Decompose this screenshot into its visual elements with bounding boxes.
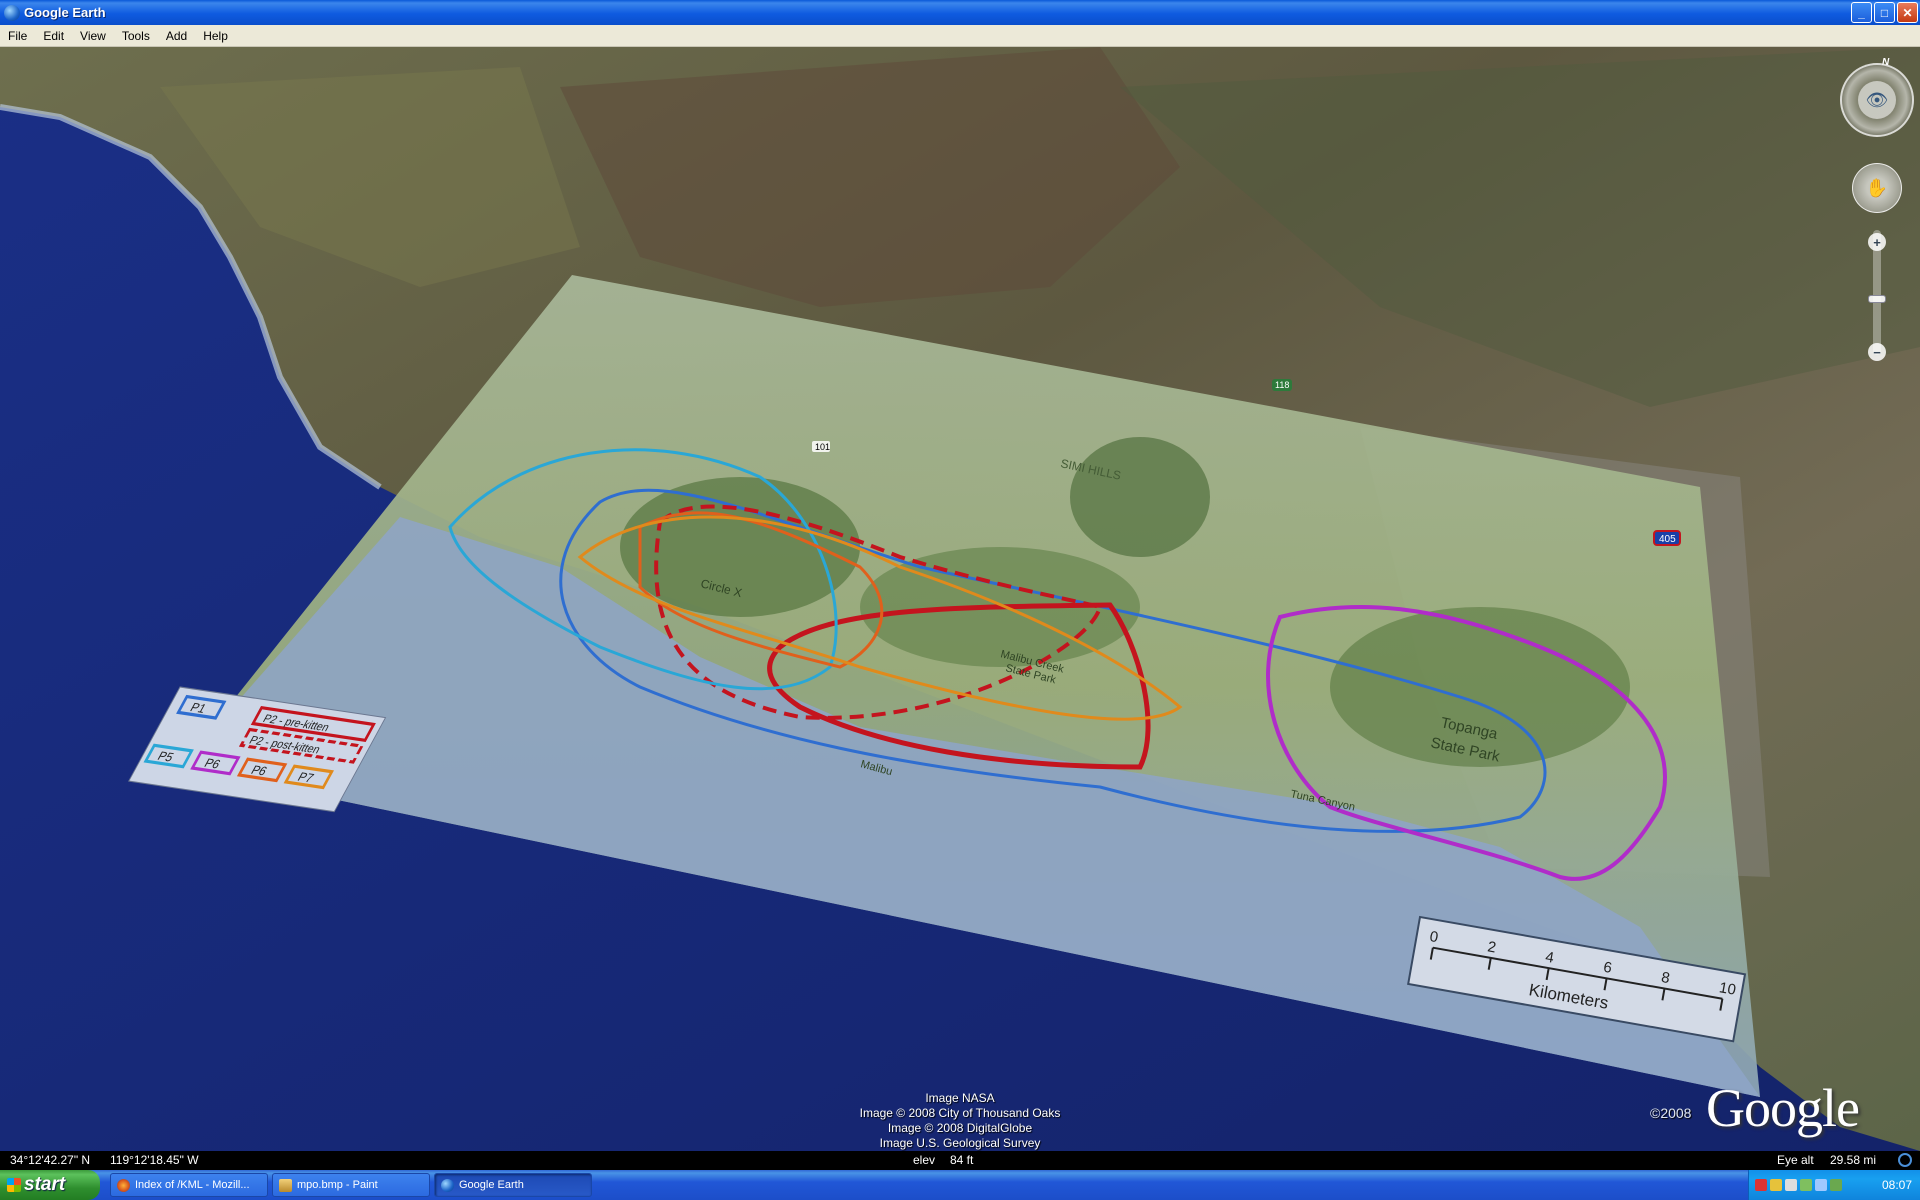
minimize-button[interactable]: _ (1851, 2, 1872, 23)
windows-logo-icon (7, 1178, 21, 1192)
credit-line: Image © 2008 DigitalGlobe (887, 1121, 1033, 1135)
eye-altitude-value: 29.58 mi (1830, 1153, 1877, 1167)
credit-line: Image © 2008 City of Thousand Oaks (859, 1106, 1061, 1120)
menu-add[interactable]: Add (158, 29, 195, 43)
route-101-label: 101 (815, 442, 830, 452)
zoom-out-button[interactable]: − (1868, 343, 1886, 361)
window-title: Google Earth (24, 5, 106, 20)
credit-line: Image U.S. Geological Survey (879, 1136, 1041, 1150)
paint-icon (279, 1179, 292, 1192)
google-earth-icon (4, 4, 20, 21)
status-bar: 34°12'42.27" N 119°12'18.45" W elev 84 f… (0, 1151, 1920, 1170)
task-label: Google Earth (459, 1179, 524, 1191)
menu-bar: File Edit View Tools Add Help (0, 25, 1920, 47)
firefox-icon (117, 1179, 130, 1192)
route-405-label: 405 (1659, 534, 1676, 545)
move-joystick[interactable]: ✋ (1852, 163, 1902, 213)
task-label: Index of /KML - Mozill... (135, 1179, 250, 1191)
menu-view[interactable]: View (72, 29, 114, 43)
copyright-year: ©2008 (1650, 1105, 1692, 1121)
google-logo: Google (1706, 1078, 1860, 1138)
network-icon[interactable] (1800, 1179, 1812, 1191)
terrain-scene: SIMI HILLS Circle X Topanga State Park T… (0, 47, 1920, 1151)
forest-patch (1070, 437, 1210, 557)
task-paint[interactable]: mpo.bmp - Paint (272, 1173, 430, 1197)
eye-altitude-label: Eye alt (1777, 1153, 1814, 1167)
alert-icon[interactable] (1770, 1179, 1782, 1191)
tray-icons (1755, 1179, 1842, 1191)
zoom-in-button[interactable]: + (1868, 233, 1886, 251)
bluetooth-icon[interactable] (1830, 1179, 1842, 1191)
window-controls: _ □ ✕ (1851, 2, 1918, 23)
system-tray: 08:07 (1748, 1170, 1920, 1200)
start-label: start (24, 1174, 66, 1195)
elevation-value: 84 ft (950, 1153, 974, 1167)
forest-patch (1330, 607, 1630, 767)
latitude-readout: 34°12'42.27" N (10, 1153, 91, 1167)
google-earth-icon (441, 1179, 454, 1192)
maximize-button[interactable]: □ (1874, 2, 1895, 23)
taskbar: start Index of /KML - Mozill... mpo.bmp … (0, 1170, 1920, 1200)
menu-file[interactable]: File (0, 29, 35, 43)
imagery-credits: Image NASA Image © 2008 City of Thousand… (0, 1091, 1920, 1151)
eye-icon: 👁 (1858, 81, 1896, 119)
scale-tick-label: 10 (1718, 979, 1737, 999)
start-button[interactable]: start (0, 1170, 100, 1200)
elevation-label: elev (913, 1153, 936, 1167)
route-118-label: 118 (1275, 380, 1289, 390)
hand-icon: ✋ (1865, 177, 1889, 198)
menu-tools[interactable]: Tools (114, 29, 158, 43)
menu-edit[interactable]: Edit (35, 29, 72, 43)
credit-line: Image NASA (925, 1091, 995, 1105)
zoom-slider-thumb[interactable] (1868, 295, 1886, 303)
look-ring[interactable]: 👁 (1840, 63, 1914, 137)
close-button[interactable]: ✕ (1897, 2, 1918, 23)
volume-icon[interactable] (1785, 1179, 1797, 1191)
task-label: mpo.bmp - Paint (297, 1179, 378, 1191)
longitude-readout: 119°12'18.45" W (110, 1153, 199, 1167)
menu-help[interactable]: Help (195, 29, 236, 43)
title-bar[interactable]: Google Earth _ □ ✕ (0, 0, 1920, 25)
streaming-icon (1898, 1153, 1912, 1167)
task-firefox[interactable]: Index of /KML - Mozill... (110, 1173, 268, 1197)
update-icon[interactable] (1815, 1179, 1827, 1191)
clock: 08:07 (1881, 1178, 1912, 1192)
security-icon[interactable] (1755, 1179, 1767, 1191)
task-google-earth[interactable]: Google Earth (434, 1173, 592, 1197)
earth-viewport[interactable]: SIMI HILLS Circle X Topanga State Park T… (0, 47, 1920, 1151)
